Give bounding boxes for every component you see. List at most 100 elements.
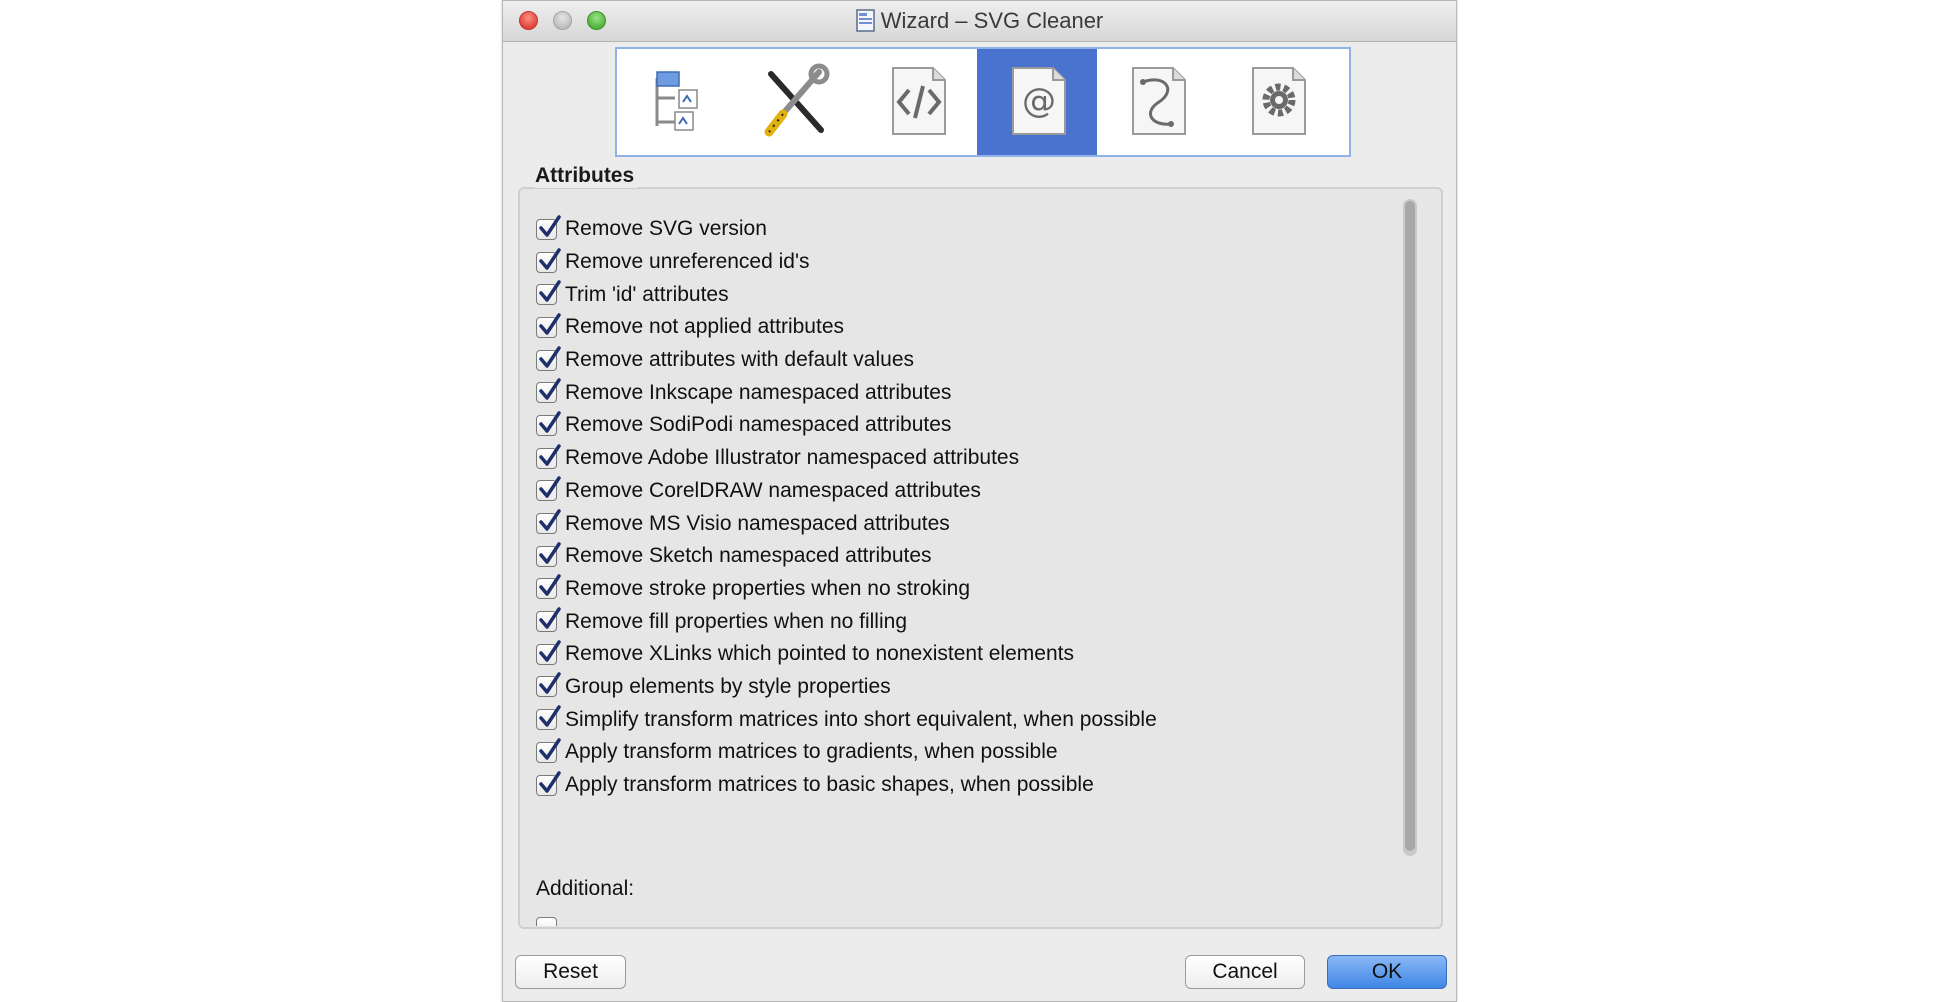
option-label: Apply transform matrices to gradients, w…: [565, 740, 1058, 764]
vertical-scrollbar[interactable]: [1403, 199, 1417, 856]
checked-checkbox[interactable]: [536, 574, 561, 600]
checkmark-icon: [539, 411, 561, 433]
document-icon: [855, 9, 875, 32]
clipped-option-row: [536, 915, 1136, 926]
checkmark-icon: [539, 541, 561, 564]
checkmark-icon: [539, 345, 561, 368]
checked-checkbox[interactable]: [536, 378, 561, 404]
checkmark-icon: [539, 738, 561, 760]
option-row[interactable]: Apply transform matrices to gradients, w…: [536, 736, 1386, 769]
option-row[interactable]: Remove Sketch namespaced attributes: [536, 540, 1386, 573]
ok-button[interactable]: OK: [1327, 955, 1447, 989]
checked-checkbox[interactable]: [536, 345, 561, 371]
option-row[interactable]: Remove CorelDRAW namespaced attributes: [536, 475, 1386, 508]
code-page-icon: [892, 67, 946, 135]
option-row[interactable]: Remove stroke properties when no strokin…: [536, 573, 1386, 606]
tree-structure-icon: [655, 71, 698, 131]
option-row[interactable]: Remove XLinks which pointed to nonexiste…: [536, 638, 1386, 671]
option-label: Remove unreferenced id's: [565, 250, 810, 274]
checked-checkbox[interactable]: [536, 738, 561, 763]
wizard-page-toolbar: @: [615, 47, 1351, 157]
option-label: Remove Inkscape namespaced attributes: [565, 380, 952, 404]
checkmark-icon: [539, 574, 561, 597]
option-row[interactable]: Remove SodiPodi namespaced attributes: [536, 409, 1386, 442]
option-row[interactable]: Remove Adobe Illustrator namespaced attr…: [536, 442, 1386, 475]
option-label: Remove XLinks which pointed to nonexiste…: [565, 642, 1074, 666]
options-list: Remove SVG version Remove unreferenced id…: [536, 213, 1386, 801]
unchecked-checkbox[interactable]: [536, 917, 557, 926]
checked-checkbox[interactable]: [536, 313, 561, 338]
checkmark-icon: [539, 215, 561, 237]
reset-button[interactable]: Reset: [515, 955, 626, 989]
option-row[interactable]: Apply transform matrices to basic shapes…: [536, 769, 1386, 802]
checked-checkbox[interactable]: [536, 770, 561, 796]
checkmark-icon: [539, 640, 561, 662]
checkmark-icon: [539, 607, 561, 629]
window-title: Wizard – SVG Cleaner: [880, 8, 1104, 33]
option-row[interactable]: Remove fill properties when no filling: [536, 605, 1386, 638]
window-title-area: Wizard – SVG Cleaner: [503, 8, 1456, 34]
scrollbar-thumb[interactable]: [1405, 201, 1415, 851]
option-row[interactable]: Remove not applied attributes: [536, 311, 1386, 344]
bezier-path-page-icon: [1132, 67, 1186, 135]
checked-checkbox[interactable]: [536, 280, 561, 306]
checked-checkbox[interactable]: [536, 215, 561, 240]
option-row[interactable]: Simplify transform matrices into short e…: [536, 703, 1386, 736]
checkmark-icon: [539, 770, 561, 793]
option-label: Group elements by style properties: [565, 674, 891, 698]
gear-page-icon: [1252, 67, 1306, 135]
option-row[interactable]: Remove Inkscape namespaced attributes: [536, 376, 1386, 409]
wizard-window: Wizard – SVG Cleaner @ Attributes Remove…: [502, 0, 1457, 1002]
page-button-attributes[interactable]: @: [977, 49, 1097, 155]
option-label: Remove attributes with default values: [565, 348, 915, 372]
option-row[interactable]: Remove MS Visio namespaced attributes: [536, 507, 1386, 540]
option-label: Simplify transform matrices into short e…: [565, 707, 1157, 731]
svg-text:@: @: [1022, 81, 1056, 121]
at-sign-page-icon: @: [1012, 67, 1066, 135]
option-row[interactable]: Trim 'id' attributes: [536, 278, 1386, 311]
cancel-button[interactable]: Cancel: [1185, 955, 1305, 989]
checked-checkbox[interactable]: [536, 247, 561, 273]
option-label: Remove Sketch namespaced attributes: [565, 544, 932, 568]
group-title: Attributes: [535, 164, 639, 188]
title-bar[interactable]: Wizard – SVG Cleaner: [503, 1, 1456, 42]
option-row[interactable]: Remove SVG version: [536, 213, 1386, 246]
checked-checkbox[interactable]: [536, 672, 561, 698]
additional-label: Additional:: [536, 877, 635, 900]
checkmark-icon: [539, 443, 561, 466]
checkmark-icon: [539, 509, 561, 531]
option-label: Remove SVG version: [565, 217, 767, 241]
option-label: Remove CorelDRAW namespaced attributes: [565, 478, 981, 502]
checkmark-icon: [539, 672, 561, 695]
checked-checkbox[interactable]: [536, 411, 561, 436]
option-label: Remove not applied attributes: [565, 315, 844, 339]
option-label: Apply transform matrices to basic shapes…: [565, 773, 1094, 797]
option-row[interactable]: Remove unreferenced id's: [536, 246, 1386, 279]
checkmark-icon: [539, 280, 561, 302]
checked-checkbox[interactable]: [536, 541, 561, 567]
option-row[interactable]: Remove attributes with default values: [536, 344, 1386, 377]
option-row[interactable]: Group elements by style properties: [536, 671, 1386, 704]
page-button-settings[interactable]: [1217, 49, 1337, 155]
checkmark-icon: [539, 378, 561, 401]
option-label: Remove SodiPodi namespaced attributes: [565, 413, 952, 437]
checked-checkbox[interactable]: [536, 607, 561, 633]
checked-checkbox[interactable]: [536, 476, 561, 502]
option-label: Remove stroke properties when no strokin…: [565, 576, 971, 600]
page-button-structure[interactable]: [617, 49, 737, 155]
tools-icon: [764, 63, 830, 137]
option-label: Remove MS Visio namespaced attributes: [565, 511, 950, 535]
checked-checkbox[interactable]: [536, 443, 561, 469]
checkmark-icon: [539, 247, 561, 270]
checked-checkbox[interactable]: [536, 640, 561, 665]
page-button-tools[interactable]: [737, 49, 857, 155]
option-label: Remove fill properties when no filling: [565, 609, 907, 633]
checked-checkbox[interactable]: [536, 705, 561, 731]
page-button-code[interactable]: [857, 49, 977, 155]
checkmark-icon: [539, 313, 561, 335]
checked-checkbox[interactable]: [536, 509, 561, 535]
option-label: Remove Adobe Illustrator namespaced attr…: [565, 446, 1020, 470]
checkmark-icon: [539, 705, 561, 727]
page-button-paths[interactable]: [1097, 49, 1217, 155]
checkmark-icon: [539, 476, 561, 499]
